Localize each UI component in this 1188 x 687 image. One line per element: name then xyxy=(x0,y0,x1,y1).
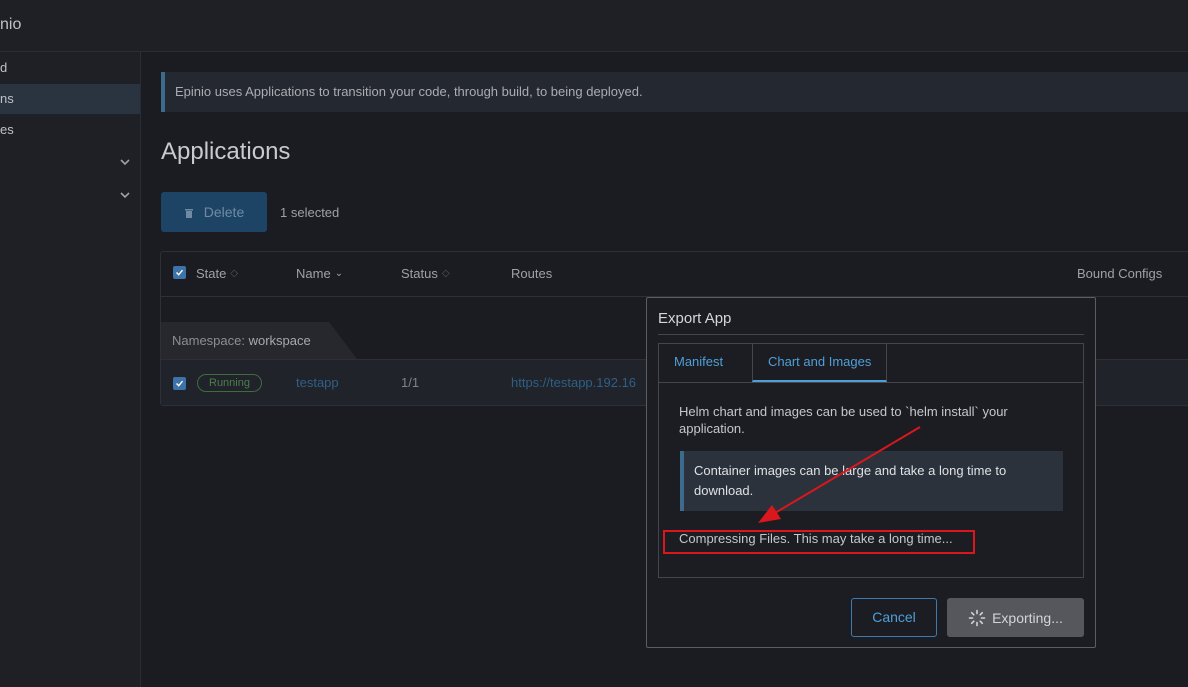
column-header-status[interactable]: Status ◇ xyxy=(401,266,450,281)
column-label: Name xyxy=(296,266,331,281)
column-header-state[interactable]: State ◇ xyxy=(196,266,238,281)
sidebar-item-dashboard[interactable]: d xyxy=(0,53,140,83)
sidebar-item-applications[interactable]: ns xyxy=(0,84,140,114)
column-label: State xyxy=(196,266,227,281)
tab-strip: Manifest Chart and Images xyxy=(659,344,1083,383)
progress-message: Compressing Files. This may take a long … xyxy=(679,531,953,546)
export-app-dialog: Export App Manifest Chart and Images Hel… xyxy=(646,297,1096,648)
route-link[interactable]: https://testapp.192.16 xyxy=(511,375,636,390)
namespace-value: workspace xyxy=(248,333,311,348)
chevron-down-icon[interactable] xyxy=(118,188,132,202)
export-button-label: Exporting... xyxy=(992,609,1063,626)
brand-name[interactable]: nio xyxy=(0,16,21,34)
column-header-name[interactable]: Name ⌄ xyxy=(296,266,343,281)
chevron-down-icon[interactable] xyxy=(118,155,132,169)
sort-icon: ◇ xyxy=(230,268,239,279)
trash-icon xyxy=(184,208,193,218)
row-checkbox[interactable] xyxy=(173,377,186,390)
sort-desc-icon: ⌄ xyxy=(334,268,344,279)
divider xyxy=(658,334,1084,335)
status-badge: Running xyxy=(197,374,262,392)
tabs-panel: Manifest Chart and Images Helm chart and… xyxy=(658,343,1084,578)
sidebar-item-label: ns xyxy=(0,91,14,106)
column-header-routes[interactable]: Routes xyxy=(511,266,552,281)
page-title: Applications xyxy=(161,138,291,165)
cancel-button[interactable]: Cancel xyxy=(851,598,937,637)
sidebar: d ns es xyxy=(0,52,141,687)
checkmark-icon xyxy=(175,380,184,387)
sort-icon: ◇ xyxy=(441,268,450,279)
warning-banner: Container images can be large and take a… xyxy=(680,451,1063,511)
info-banner: Epinio uses Applications to transition y… xyxy=(161,72,1188,112)
tab-chart-and-images[interactable]: Chart and Images xyxy=(752,344,888,382)
delete-button[interactable]: Delete xyxy=(161,192,267,232)
column-label: Status xyxy=(401,266,438,281)
delete-button-label: Delete xyxy=(203,204,245,220)
column-header-bound-configs[interactable]: Bound Configs xyxy=(1077,266,1162,281)
tab-manifest[interactable]: Manifest xyxy=(659,344,738,382)
namespace-group-row: Namespace: workspace xyxy=(161,322,357,359)
column-label: Bound Configs xyxy=(1077,266,1163,281)
export-button[interactable]: Exporting... xyxy=(947,598,1084,637)
column-label: Routes xyxy=(511,266,553,281)
tab-description: Helm chart and images can be used to `he… xyxy=(679,404,1008,436)
sidebar-item-label: es xyxy=(0,122,14,137)
checkbox-checked-icon xyxy=(173,266,186,279)
sidebar-item-label: d xyxy=(0,60,8,75)
top-header: nio xyxy=(0,0,1188,52)
select-all-checkbox[interactable] xyxy=(173,266,186,279)
app-name-link[interactable]: testapp xyxy=(296,375,339,390)
app-status: 1/1 xyxy=(401,375,420,390)
dialog-title: Export App xyxy=(658,310,732,327)
table-header: State ◇ Name ⌄ Status ◇ Routes Bound Config… xyxy=(161,252,1188,297)
namespace-label: Namespace: xyxy=(172,333,245,348)
spinner-icon xyxy=(968,609,986,626)
selected-count: 1 selected xyxy=(280,205,340,220)
sidebar-item-namespaces[interactable]: es xyxy=(0,115,140,145)
